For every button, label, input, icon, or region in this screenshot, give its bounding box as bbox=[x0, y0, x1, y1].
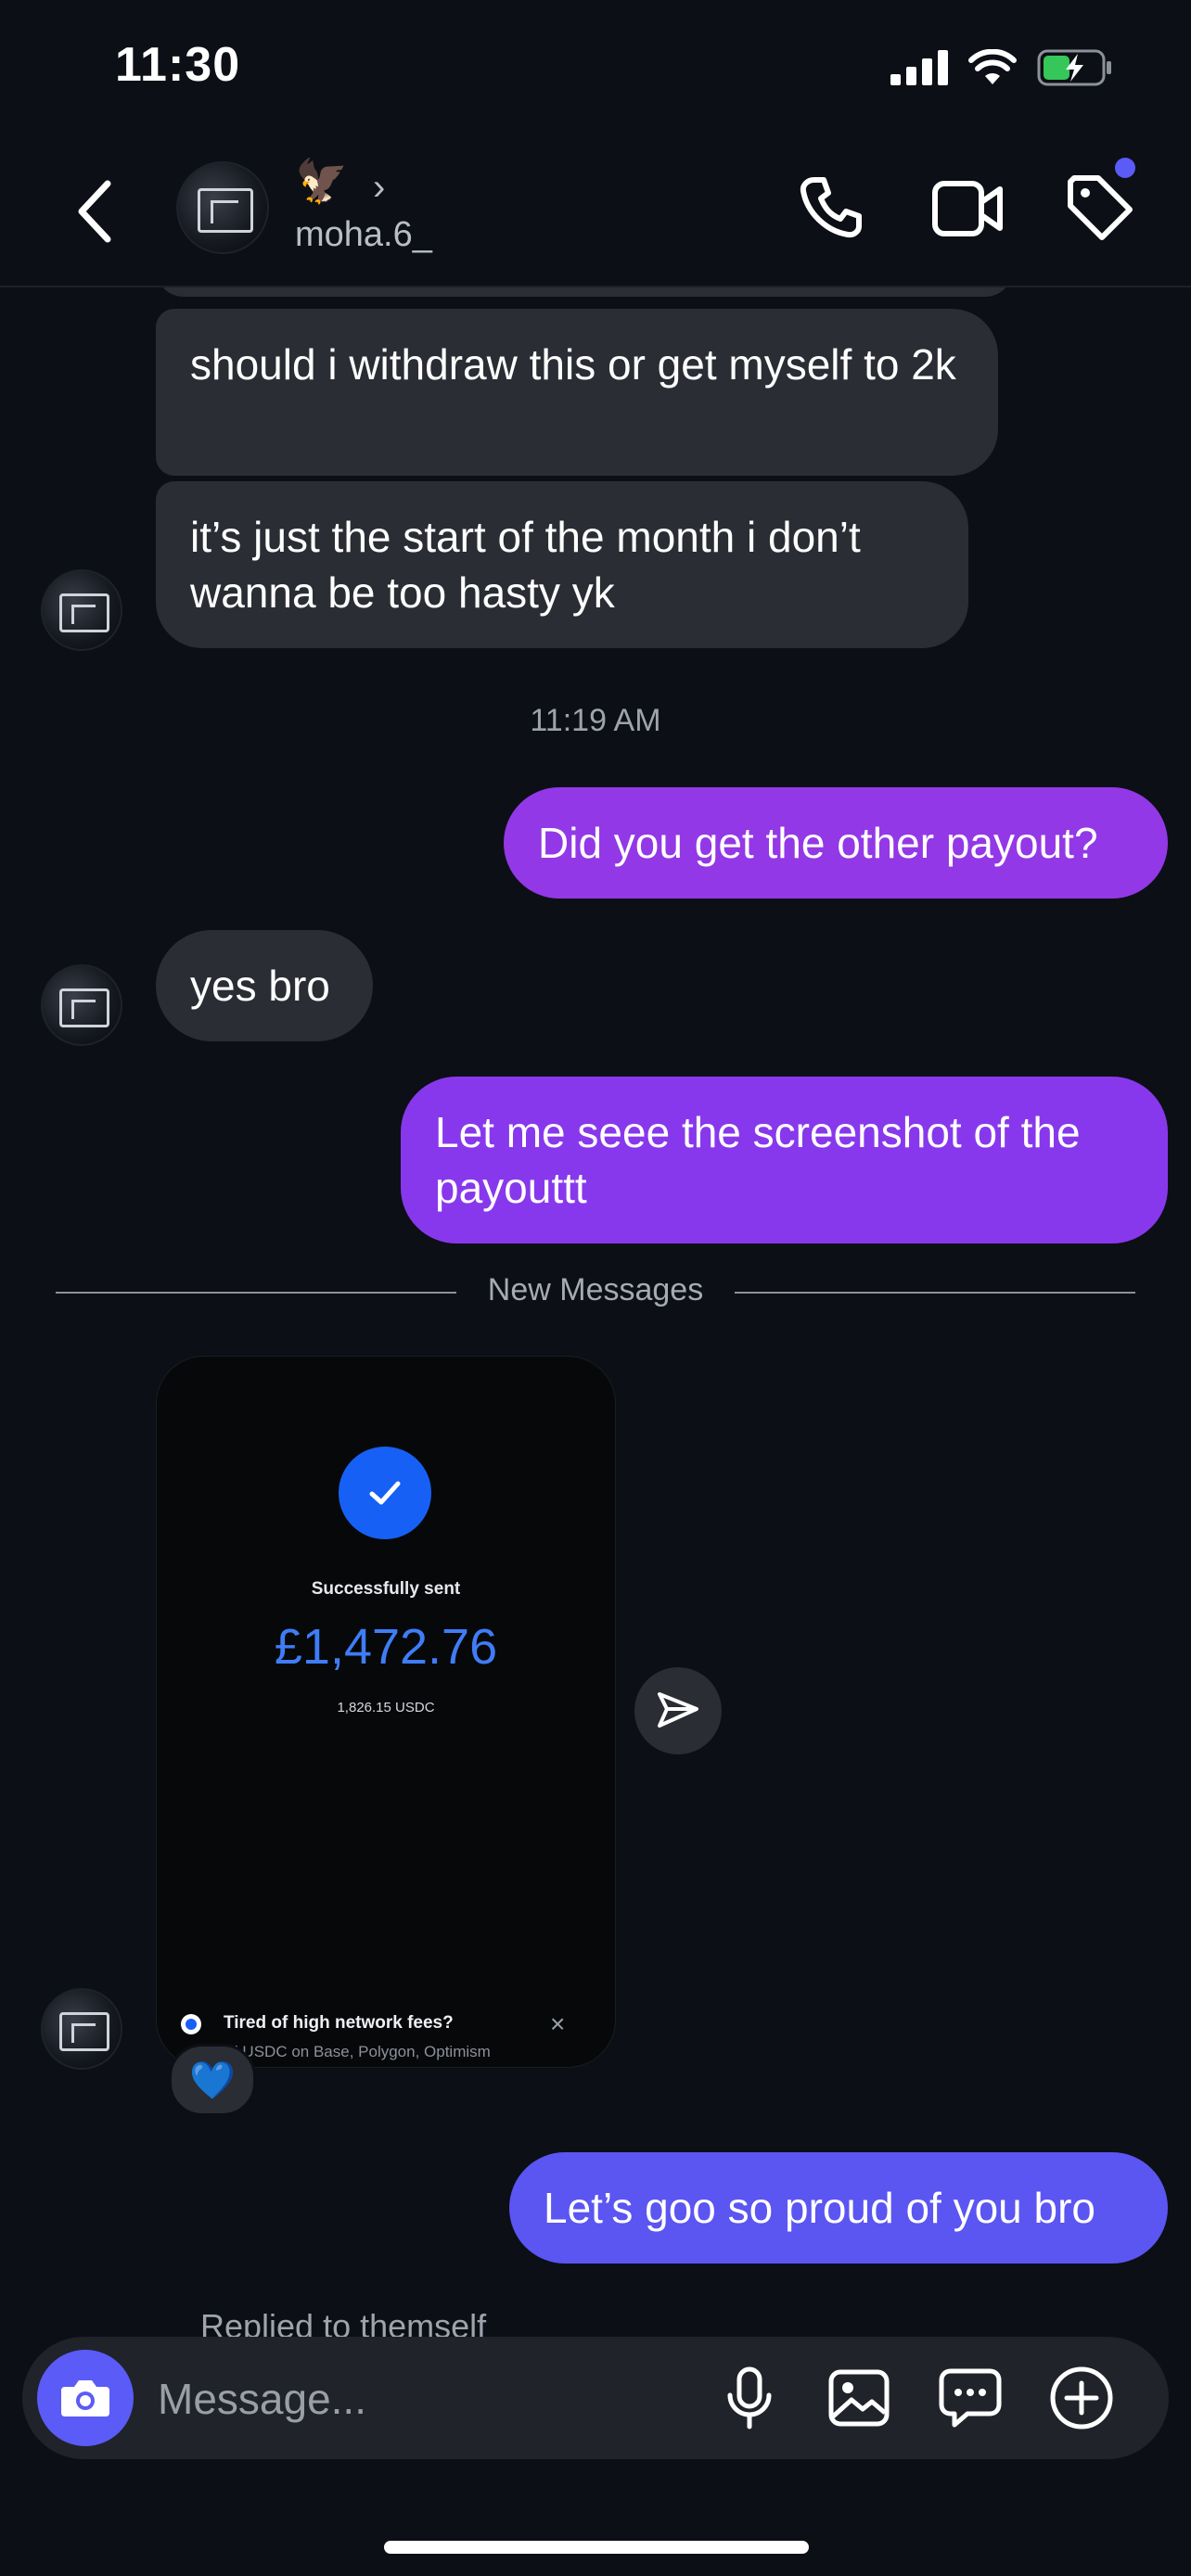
more-button[interactable] bbox=[1046, 2363, 1117, 2433]
camera-button[interactable] bbox=[37, 2350, 134, 2446]
microphone-icon bbox=[727, 2366, 772, 2429]
gallery-button[interactable] bbox=[824, 2363, 894, 2433]
divider-right bbox=[735, 1292, 1135, 1294]
chat-header: › bbox=[0, 139, 1191, 287]
incoming-message[interactable]: it’s just the start of the month i don’t… bbox=[156, 481, 968, 648]
chat-bubble-icon bbox=[939, 2368, 1002, 2428]
close-icon: × bbox=[550, 2009, 566, 2038]
call-button[interactable] bbox=[798, 174, 864, 241]
incoming-message[interactable]: yes bro bbox=[156, 930, 373, 1041]
tag-icon bbox=[1068, 175, 1133, 240]
avatar-logo bbox=[59, 593, 109, 633]
contact-username[interactable]: moha.6_ bbox=[295, 215, 432, 255]
home-indicator[interactable] bbox=[384, 2541, 809, 2554]
send-icon bbox=[658, 1692, 698, 1728]
sender-avatar bbox=[41, 1988, 122, 2070]
sticker-button[interactable] bbox=[935, 2363, 1005, 2433]
voice-message-button[interactable] bbox=[714, 2363, 785, 2433]
avatar-logo bbox=[59, 988, 109, 1028]
crypto-amount: 1,826.15 USDC bbox=[337, 1700, 435, 1715]
promo-title: Tired of high network fees? bbox=[224, 2013, 454, 2033]
chevron-right-icon[interactable]: › bbox=[373, 167, 385, 209]
shared-screenshot[interactable]: Successfully sent £1,472.76 1,826.15 USD… bbox=[156, 1356, 616, 2068]
outgoing-message[interactable]: Let me seee the screenshot of the payout… bbox=[401, 1077, 1168, 1243]
outgoing-message[interactable]: Did you get the other payout? bbox=[504, 787, 1168, 899]
status-icons bbox=[890, 46, 1113, 89]
contact-avatar[interactable] bbox=[176, 161, 269, 254]
status-time: 11:30 bbox=[115, 38, 241, 92]
usdc-logo-icon bbox=[181, 2014, 201, 2034]
video-camera-icon bbox=[932, 181, 1003, 236]
image-icon bbox=[828, 2369, 890, 2427]
success-check-icon bbox=[339, 1447, 431, 1539]
outgoing-message[interactable]: Let’s goo so proud of you bro bbox=[509, 2152, 1168, 2264]
avatar-logo bbox=[198, 187, 253, 234]
profile-emoji: 🦅 bbox=[295, 157, 349, 205]
sender-avatar bbox=[41, 569, 122, 651]
payout-amount: £1,472.76 bbox=[274, 1619, 498, 1675]
sender-avatar bbox=[41, 964, 122, 1046]
plus-circle-icon bbox=[1050, 2366, 1113, 2429]
share-button[interactable] bbox=[634, 1667, 722, 1754]
back-button[interactable] bbox=[74, 176, 121, 247]
message-input[interactable] bbox=[156, 2361, 698, 2437]
chevron-left-icon bbox=[78, 180, 111, 243]
camera-icon bbox=[61, 2380, 109, 2417]
incoming-message[interactable]: should i withdraw this or get myself to … bbox=[156, 309, 998, 476]
notification-dot bbox=[1115, 158, 1135, 178]
message-composer bbox=[22, 2337, 1169, 2459]
success-status: Successfully sent bbox=[311, 1579, 461, 1599]
cellular-signal-icon bbox=[890, 50, 948, 85]
video-call-button[interactable] bbox=[931, 178, 1005, 239]
tag-button[interactable] bbox=[1065, 172, 1139, 247]
heart-reaction[interactable]: 💙 bbox=[169, 2044, 256, 2116]
new-messages-label: New Messages bbox=[487, 1272, 704, 1307]
avatar-logo bbox=[59, 2011, 109, 2052]
battery-charging-icon bbox=[1037, 49, 1111, 86]
message-timestamp: 11:19 AM bbox=[530, 703, 661, 738]
phone-icon bbox=[800, 177, 862, 238]
wifi-icon bbox=[968, 49, 1017, 84]
